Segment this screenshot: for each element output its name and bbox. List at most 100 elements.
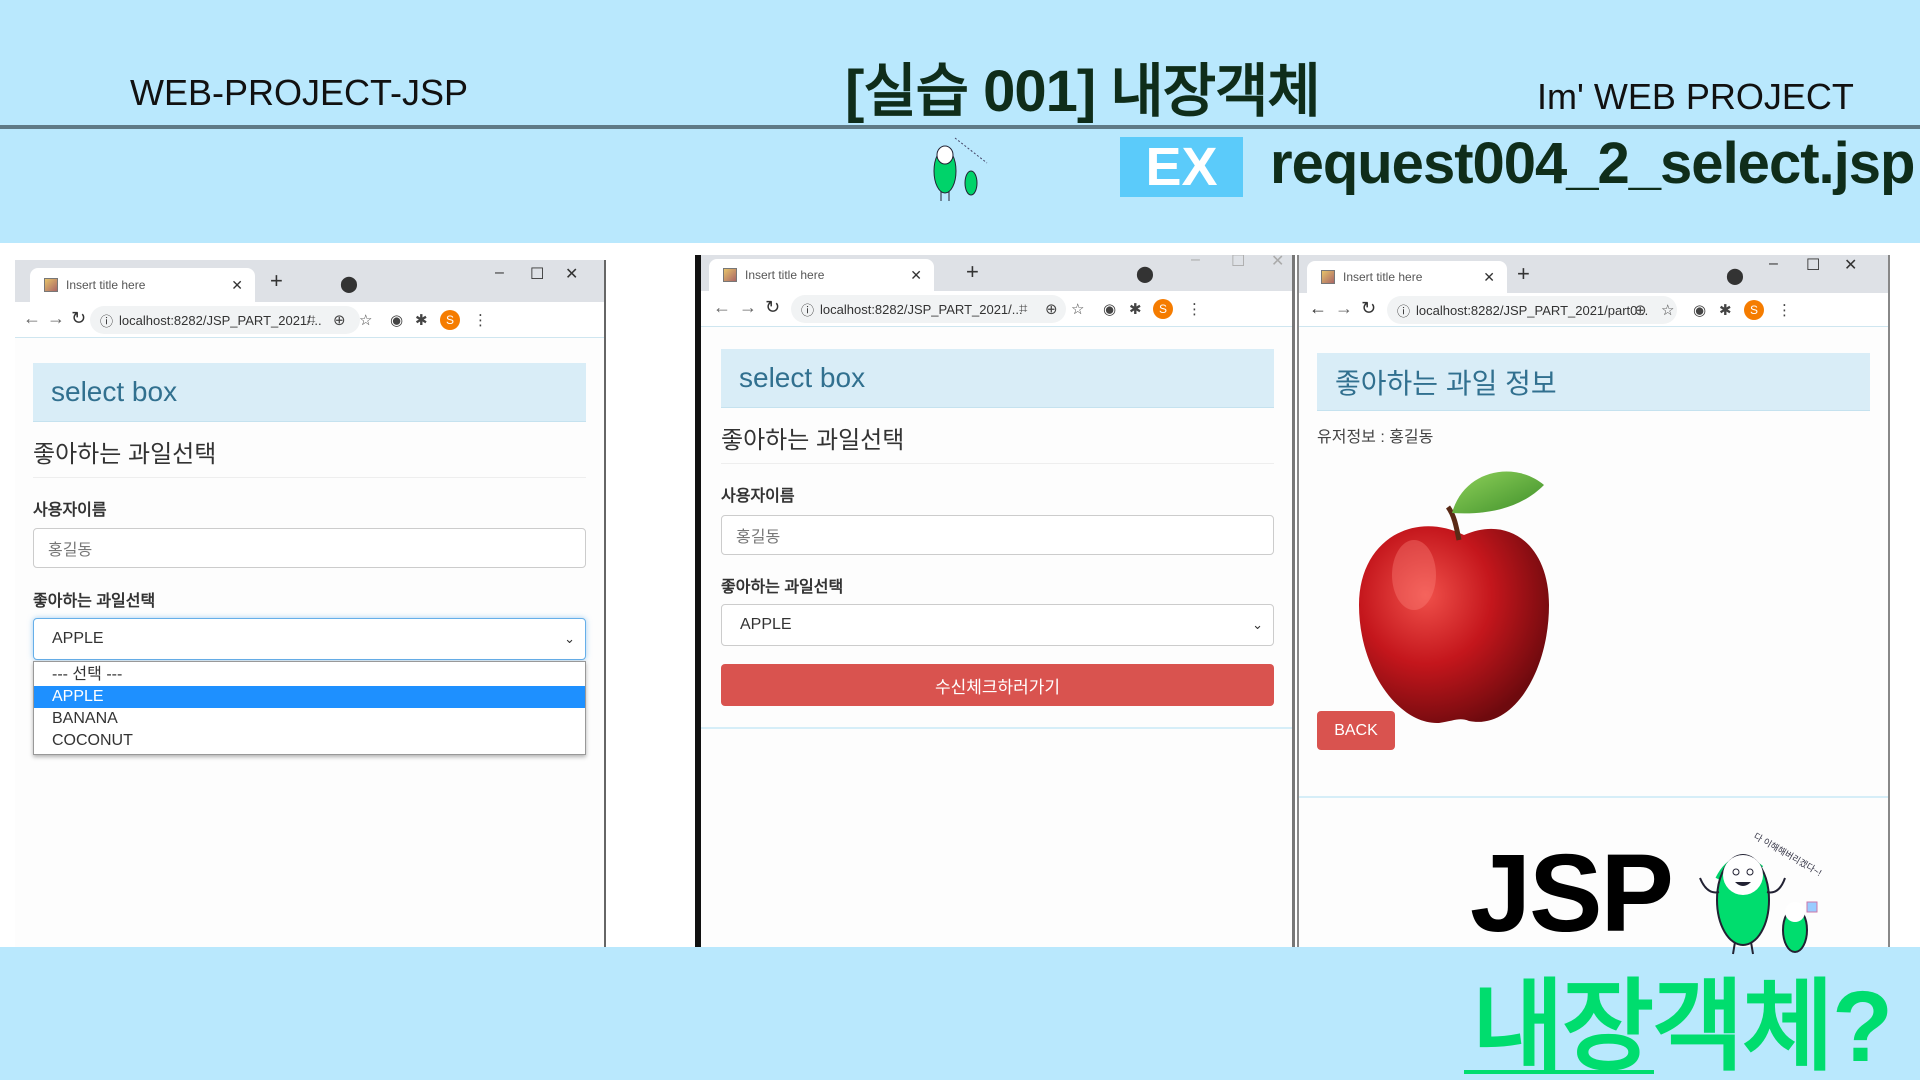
puzzle-icon[interactable]: ✱ — [1129, 300, 1142, 318]
fruit-label: 좋아하는 과일선택 — [33, 593, 156, 610]
forward-icon[interactable]: → — [739, 297, 757, 318]
kebab-menu-icon[interactable]: ⋮ — [1777, 301, 1792, 319]
forward-icon[interactable]: → — [1335, 298, 1353, 319]
star-icon[interactable]: ☆ — [1661, 301, 1674, 319]
close-window-icon[interactable]: ✕ — [1271, 255, 1284, 271]
mascot-large-icon: 다 이해해버리겠다~! — [1699, 831, 1823, 955]
filename-title: request004_2_select.jsp — [1270, 131, 1915, 196]
url-text: localhost:8282/JSP_PART_2021/part0... — [1416, 302, 1649, 318]
reload-icon[interactable]: ↻ — [71, 308, 86, 329]
address-bar: ← → ↻ ⓘ localhost:8282/JSP_PART_2021/... … — [701, 291, 1292, 327]
apple-image — [1359, 471, 1549, 724]
qr-icon[interactable]: ⌗ — [1019, 300, 1027, 317]
option-apple[interactable]: APPLE — [34, 686, 585, 708]
close-window-icon[interactable]: ✕ — [565, 264, 578, 284]
puzzle-icon[interactable]: ✱ — [415, 311, 428, 329]
kebab-menu-icon[interactable]: ⋮ — [473, 311, 488, 329]
kebab-menu-icon[interactable]: ⋮ — [1187, 300, 1202, 318]
panel-border — [1299, 796, 1888, 798]
close-window-icon[interactable]: ✕ — [1844, 255, 1857, 275]
favicon-icon — [44, 278, 58, 292]
mascot-small-icon — [933, 137, 988, 201]
avatar[interactable]: S — [1744, 300, 1764, 320]
jumbotron: select box — [33, 363, 586, 422]
select-value: APPLE — [52, 630, 104, 647]
extension-globe-icon[interactable]: ◉ — [1693, 301, 1706, 319]
favicon-icon — [1321, 270, 1335, 284]
tab-title: Insert title here — [66, 278, 146, 292]
profile-menu-icon[interactable]: ⬤ — [1136, 264, 1154, 284]
reload-icon[interactable]: ↻ — [1361, 298, 1376, 319]
name-label: 사용자이름 — [721, 488, 795, 505]
new-tab-icon[interactable]: + — [966, 259, 979, 285]
submit-button[interactable]: 수신체크하러가기 — [721, 664, 1274, 706]
tab-close-icon[interactable]: ✕ — [1483, 269, 1495, 286]
browser-tab[interactable]: Insert title here ✕ — [30, 268, 255, 302]
maximize-icon[interactable]: ☐ — [1806, 255, 1820, 275]
zoom-icon[interactable]: ⊕ — [1634, 301, 1647, 319]
back-icon[interactable]: ← — [713, 297, 731, 318]
url-text: localhost:8282/JSP_PART_2021/... — [119, 312, 322, 328]
qr-icon[interactable]: ⌗ — [307, 311, 315, 328]
fruit-dropdown-list: --- 선택 --- APPLE BANANA COCONUT — [33, 661, 586, 755]
name-label: 사용자이름 — [33, 502, 107, 519]
url-input[interactable]: ⓘ localhost:8282/JSP_PART_2021/... — [90, 306, 360, 334]
section-heading: 좋아하는 과일선택 — [721, 420, 1274, 464]
tab-bar: Insert title here ✕ + ⬤ – ☐ ✕ — [701, 255, 1292, 291]
promo-title: 내장객체? — [1472, 971, 1893, 1083]
back-button[interactable]: BACK — [1317, 711, 1395, 750]
name-input[interactable]: 홍길동 — [721, 515, 1274, 555]
select-value: APPLE — [740, 616, 792, 633]
tab-close-icon[interactable]: ✕ — [910, 267, 922, 284]
address-bar: ← → ↻ ⓘ localhost:8282/JSP_PART_2021/... … — [15, 302, 604, 338]
extension-globe-icon[interactable]: ◉ — [390, 311, 403, 329]
url-text: localhost:8282/JSP_PART_2021/... — [820, 301, 1023, 317]
jumbotron: 좋아하는 과일 정보 — [1317, 353, 1870, 411]
ex-badge: EX — [1120, 137, 1243, 197]
forward-icon[interactable]: → — [47, 308, 65, 329]
slide-title: [실습 001] 내장객체 — [845, 59, 1321, 124]
back-icon[interactable]: ← — [1309, 298, 1327, 319]
star-icon[interactable]: ☆ — [359, 311, 372, 329]
minimize-icon[interactable]: – — [1769, 255, 1778, 273]
jsp-logo-text: JSP — [1470, 832, 1674, 955]
info-icon: ⓘ — [801, 302, 815, 318]
option-placeholder[interactable]: --- 선택 --- — [34, 664, 585, 686]
tab-close-icon[interactable]: ✕ — [231, 277, 243, 294]
chevron-down-icon: ⌄ — [564, 631, 575, 646]
new-tab-icon[interactable]: + — [1517, 261, 1530, 287]
reload-icon[interactable]: ↻ — [765, 297, 780, 318]
tab-title: Insert title here — [1343, 270, 1423, 284]
info-icon: ⓘ — [100, 313, 114, 329]
avatar[interactable]: S — [1153, 299, 1173, 319]
jumbotron: select box — [721, 349, 1274, 408]
minimize-icon[interactable]: – — [1191, 255, 1200, 269]
tab-bar: Insert title here ✕ + ⬤ – ☐ ✕ — [15, 260, 604, 302]
option-coconut[interactable]: COCONUT — [34, 730, 585, 752]
option-banana[interactable]: BANANA — [34, 708, 585, 730]
profile-menu-icon[interactable]: ⬤ — [340, 274, 358, 294]
fruit-select[interactable]: APPLE ⌄ — [721, 604, 1274, 646]
tab-title: Insert title here — [745, 268, 825, 282]
chevron-down-icon: ⌄ — [1252, 617, 1263, 632]
back-icon[interactable]: ← — [23, 308, 41, 329]
star-icon[interactable]: ☆ — [1071, 300, 1084, 318]
browser-tab[interactable]: Insert title here ✕ — [709, 259, 934, 291]
profile-menu-icon[interactable]: ⬤ — [1726, 266, 1744, 286]
browser-tab[interactable]: Insert title here ✕ — [1307, 261, 1507, 293]
fruit-select[interactable]: APPLE ⌄ — [33, 618, 586, 660]
user-info: 유저정보 : 홍길동 — [1317, 429, 1434, 446]
minimize-icon[interactable]: – — [495, 264, 504, 282]
puzzle-icon[interactable]: ✱ — [1719, 301, 1732, 319]
extension-globe-icon[interactable]: ◉ — [1103, 300, 1116, 318]
avatar[interactable]: S — [440, 310, 460, 330]
panel-border — [701, 727, 1292, 729]
maximize-icon[interactable]: ☐ — [530, 264, 544, 284]
name-input[interactable]: 홍길동 — [33, 528, 586, 568]
fruit-label: 좋아하는 과일선택 — [721, 579, 844, 596]
zoom-icon[interactable]: ⊕ — [1045, 300, 1058, 318]
zoom-icon[interactable]: ⊕ — [333, 311, 346, 329]
tab-bar: Insert title here ✕ + ⬤ – ☐ ✕ — [1299, 255, 1888, 293]
maximize-icon[interactable]: ☐ — [1231, 255, 1245, 271]
new-tab-icon[interactable]: + — [270, 268, 283, 294]
